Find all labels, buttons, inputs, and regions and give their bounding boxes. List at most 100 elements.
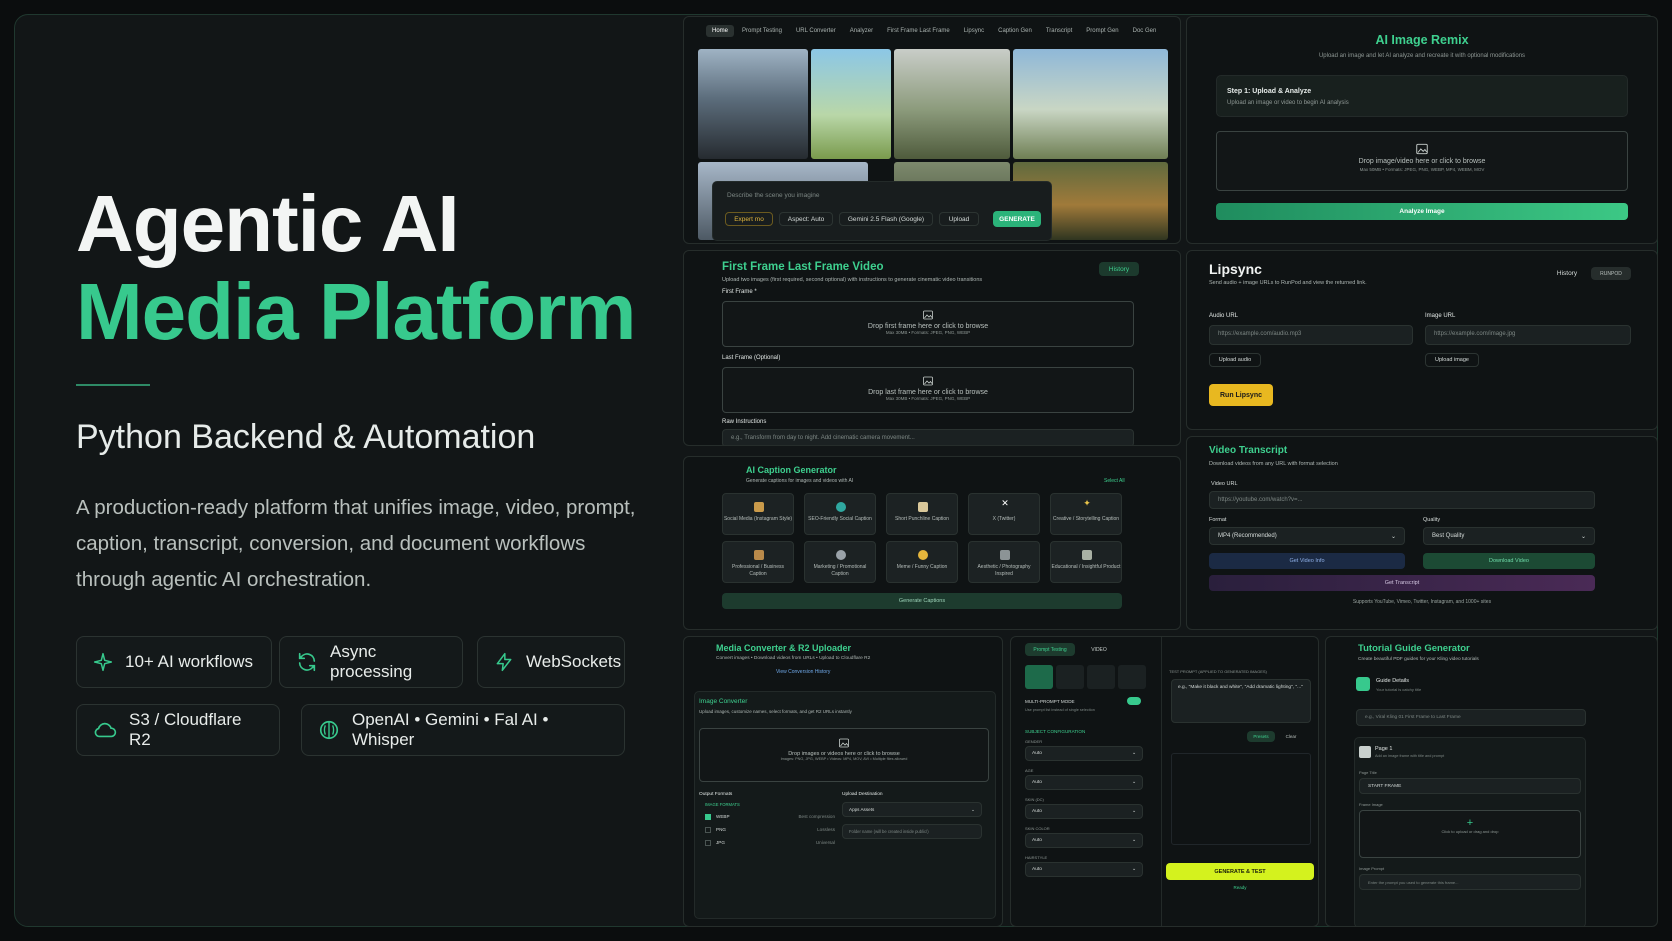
generate-button[interactable]: GENERATE <box>993 211 1041 227</box>
page-title-input[interactable]: START FRAME <box>1359 778 1581 794</box>
remix-dropzone[interactable]: Drop image/video here or click to browse… <box>1216 131 1628 191</box>
hero-title-line2: Media Platform <box>76 267 636 356</box>
hairstyle-label: HAIRSTYLE <box>1025 855 1048 860</box>
folder-name-input[interactable]: Folder name (will be created inside publ… <box>842 824 982 839</box>
tab-doc-gen[interactable]: Doc Gen <box>1127 25 1163 37</box>
lipsync-history-button[interactable]: History <box>1549 267 1585 280</box>
quality-label: Quality <box>1423 517 1441 523</box>
mode-series[interactable] <box>1087 665 1115 689</box>
mode-videos[interactable] <box>1118 665 1146 689</box>
converter-dropzone[interactable]: Drop images or videos here or click to b… <box>699 728 989 782</box>
format-option-jpg[interactable]: JPG Universal <box>705 840 835 846</box>
frame-image-dropzone[interactable]: + Click to upload or drag and drop <box>1359 810 1581 858</box>
top-nav-tabs: Home Prompt Testing URL Converter Analyz… <box>706 25 1162 37</box>
first-frame-label: First Frame * <box>722 289 757 295</box>
refresh-icon <box>298 652 316 672</box>
feature-pill-async: Async processing <box>279 636 463 688</box>
download-video-button[interactable]: Download Video <box>1423 553 1595 569</box>
format-option-png[interactable]: PNG Lossless <box>705 827 835 833</box>
note-icon <box>918 502 928 512</box>
test-prompt-textarea[interactable]: e.g., "Make it black and white", "Add dr… <box>1171 679 1311 723</box>
caption-card[interactable]: SEO-Friendly Social Caption <box>804 493 876 535</box>
hairstyle-select[interactable]: Auto ⌄ <box>1025 862 1143 877</box>
caption-card[interactable]: Short Punchline Caption <box>886 493 958 535</box>
prompt-input[interactable]: Describe the scene you imagine <box>727 192 820 199</box>
skin-dc-select[interactable]: Auto ⌄ <box>1025 804 1143 819</box>
gallery-image-sky[interactable] <box>1013 49 1168 159</box>
caption-card[interactable]: Meme / Funny Caption <box>886 541 958 583</box>
fflf-history-button[interactable]: History <box>1099 262 1139 276</box>
image-prompt-input[interactable]: Enter the prompt you used to generate th… <box>1359 874 1581 890</box>
image-converter-title: Image Converter <box>699 698 748 705</box>
tab-transcript[interactable]: Transcript <box>1040 25 1078 37</box>
mode-experts[interactable] <box>1025 665 1053 689</box>
last-frame-dropzone[interactable]: Drop last frame here or click to browse … <box>722 367 1134 413</box>
first-frame-dropzone[interactable]: Drop first frame here or click to browse… <box>722 301 1134 347</box>
caption-card[interactable]: ✦ Creative / Storytelling Caption <box>1050 493 1122 535</box>
conversion-history-link[interactable]: View Conversion History <box>776 669 830 675</box>
upload-destination-label: Upload Destination <box>842 792 883 797</box>
quality-select[interactable]: Best Quality ⌄ <box>1423 527 1595 545</box>
image-url-label: Image URL <box>1425 313 1456 319</box>
caption-card[interactable]: Professional / Business Caption <box>722 541 794 583</box>
gallery-image-kites[interactable] <box>894 49 1010 159</box>
guide-title-input[interactable]: e.g., Viral Kling 01 First Frame to Last… <box>1356 709 1586 726</box>
presets-button[interactable]: Presets <box>1247 731 1275 742</box>
search-icon <box>836 502 846 512</box>
tab-caption-gen[interactable]: Caption Gen <box>992 25 1038 37</box>
model-select[interactable]: Gemini 2.5 Flash (Google) <box>839 212 933 226</box>
upload-button[interactable]: Upload <box>939 212 979 226</box>
generate-captions-button[interactable]: Generate Captions <box>722 593 1122 609</box>
aspect-select[interactable]: Aspect: Auto <box>779 212 833 226</box>
gallery-image-city[interactable] <box>698 49 808 159</box>
run-lipsync-button[interactable]: Run Lipsync <box>1209 384 1273 406</box>
clear-button[interactable]: Clear <box>1279 731 1303 742</box>
caption-card[interactable]: ✕ X (Twitter) <box>968 493 1040 535</box>
expert-mode-button[interactable]: Expert mo <box>725 212 773 226</box>
multi-prompt-toggle[interactable] <box>1127 697 1141 705</box>
format-option-webp[interactable]: WEBP Best compression <box>705 814 835 820</box>
page-card: Page 1 Add an image frame with title and… <box>1354 737 1586 926</box>
mode-switcher <box>1025 665 1147 689</box>
tab-analyzer[interactable]: Analyzer <box>844 25 879 37</box>
format-select[interactable]: MP4 (Recommended) ⌄ <box>1209 527 1405 545</box>
lightning-icon <box>496 652 512 672</box>
image-url-input[interactable]: https://example.com/image.jpg <box>1425 325 1631 345</box>
tab-home[interactable]: Home <box>706 25 735 37</box>
select-all-link[interactable]: Select All <box>1104 478 1125 484</box>
tab-url-converter[interactable]: URL Converter <box>790 25 842 37</box>
image-prompt-label: Image Prompt <box>1359 866 1385 871</box>
caption-card[interactable]: Educational / Insightful Product <box>1050 541 1122 583</box>
feature-label: WebSockets <box>526 652 622 671</box>
hero-title-line1: Agentic AI <box>76 179 460 268</box>
checkbox-unchecked <box>705 827 711 833</box>
tab-prompt-testing[interactable]: Prompt Testing <box>1025 643 1075 656</box>
dropzone-hint: Images: PNG, JPG, WEBP • Videos: MP4, MO… <box>780 757 908 761</box>
feature-label: OpenAI • Gemini • Fal AI • Whisper <box>352 710 549 749</box>
tab-first-frame-last-frame[interactable]: First Frame Last Frame <box>881 25 956 37</box>
get-video-info-button[interactable]: Get Video Info <box>1209 553 1405 569</box>
tab-prompt-testing[interactable]: Prompt Testing <box>736 25 788 37</box>
generate-test-button[interactable]: GENERATE & TEST <box>1166 863 1314 880</box>
caption-card[interactable]: Social Media (Instagram Style) <box>722 493 794 535</box>
analyze-image-button[interactable]: Analyze Image <box>1216 203 1628 220</box>
caption-card[interactable]: Marketing / Promotional Caption <box>804 541 876 583</box>
tab-video[interactable]: VIDEO <box>1081 643 1117 656</box>
get-transcript-button[interactable]: Get Transcript <box>1209 575 1595 591</box>
mode-images[interactable] <box>1056 665 1084 689</box>
raw-instructions-input[interactable]: e.g., Transform from day to night. Add c… <box>722 429 1134 445</box>
upload-image-button[interactable]: Upload image <box>1425 353 1479 367</box>
tab-lipsync[interactable]: Lipsync <box>958 25 990 37</box>
skin-color-select[interactable]: Auto ⌄ <box>1025 833 1143 848</box>
audio-url-input[interactable]: https://example.com/audio.mp3 <box>1209 325 1413 345</box>
gender-select[interactable]: Auto ⌄ <box>1025 746 1143 761</box>
tab-prompt-gen[interactable]: Prompt Gen <box>1080 25 1124 37</box>
gallery-image-family[interactable] <box>811 49 891 159</box>
feature-pill-storage: S3 / Cloudflare R2 <box>76 704 280 756</box>
caption-card[interactable]: Aesthetic / Photography Inspired <box>968 541 1040 583</box>
video-url-input[interactable]: https://youtube.com/watch?v=... <box>1209 491 1595 509</box>
destination-select[interactable]: Apps Assets ⌄ <box>842 802 982 817</box>
age-select[interactable]: Auto ⌄ <box>1025 775 1143 790</box>
upload-audio-button[interactable]: Upload audio <box>1209 353 1261 367</box>
fflf-subtitle: Upload two images (first required, secon… <box>722 277 983 283</box>
